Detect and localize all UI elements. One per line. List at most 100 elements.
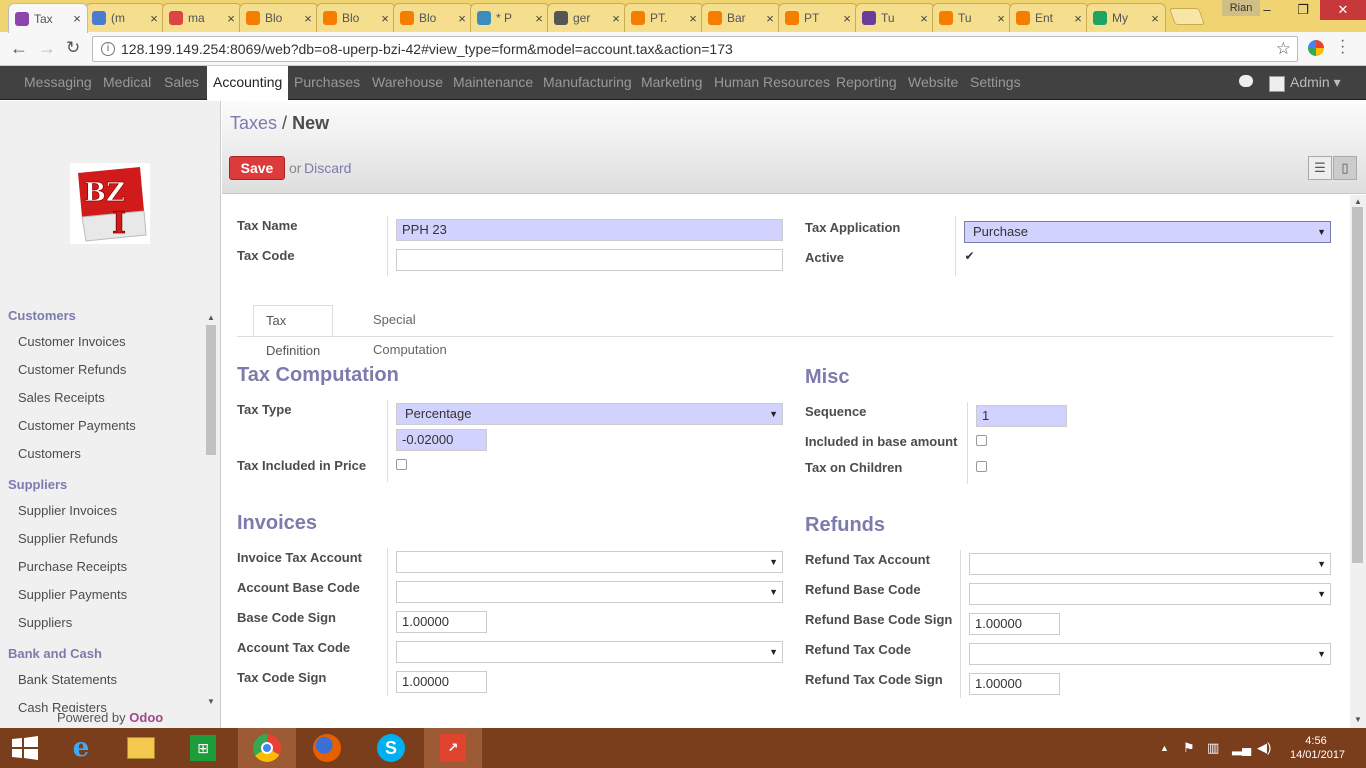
store-icon[interactable]: ⊞ [174, 728, 232, 768]
sidebar-item-bank-statements[interactable]: Bank Statements [18, 672, 117, 687]
sidebar-item-purchase-receipts[interactable]: Purchase Receipts [18, 559, 127, 574]
minimize-icon[interactable]: – [1248, 0, 1286, 20]
info-icon[interactable]: i [101, 42, 115, 56]
sidebar-item-suppliers[interactable]: Suppliers [18, 615, 72, 630]
tax-name-input[interactable]: PPH 23 [396, 219, 783, 241]
tab-title[interactable]: Bar [727, 11, 764, 25]
account-tax-code-select[interactable]: ▼ [396, 641, 783, 663]
browser-tab[interactable]: Blo × [239, 3, 319, 32]
browser-tab[interactable]: Tax × [8, 3, 88, 33]
bookmark-star-icon[interactable]: ☆ [1276, 39, 1291, 59]
tab-close-icon[interactable]: × [379, 11, 391, 26]
tab-close-icon[interactable]: × [918, 11, 930, 26]
tab-title[interactable]: PT. [650, 11, 687, 25]
user-menu[interactable]: Admin ▾ [1290, 66, 1341, 100]
browser-tab[interactable]: PT. × [624, 3, 704, 32]
menu-warehouse[interactable]: Warehouse [372, 66, 443, 100]
browser-tab[interactable]: Tu × [932, 3, 1012, 32]
tab-close-icon[interactable]: × [687, 11, 699, 26]
avatar[interactable] [1269, 76, 1285, 92]
browser-tab[interactable]: * P × [470, 3, 550, 32]
sidebar-item-customers[interactable]: Customers [18, 446, 81, 461]
active-checkbox[interactable]: ✔ [964, 250, 975, 263]
refund-tax-code-select[interactable]: ▼ [969, 643, 1331, 665]
menu-maintenance[interactable]: Maintenance [453, 66, 533, 100]
scroll-thumb[interactable] [206, 325, 216, 455]
tab-title[interactable]: Blo [265, 11, 302, 25]
app-icon[interactable]: ↗ [424, 728, 482, 768]
chat-icon[interactable] [1239, 75, 1253, 87]
sidebar-scrollbar[interactable]: ▲ ▼ [205, 313, 217, 707]
skype-icon[interactable]: S [362, 728, 420, 768]
sidebar-item-customer-invoices[interactable]: Customer Invoices [18, 334, 126, 349]
tab-title[interactable]: PT [804, 11, 841, 25]
file-explorer-icon[interactable] [112, 728, 170, 768]
new-tab-button[interactable] [1168, 8, 1206, 25]
tax-type-select[interactable]: Percentage ▼ [396, 403, 783, 425]
maximize-icon[interactable]: ❐ [1284, 0, 1322, 20]
user-name[interactable]: Admin [1290, 74, 1330, 90]
tab-close-icon[interactable]: × [841, 11, 853, 26]
browser-tab[interactable]: (m × [85, 3, 165, 32]
tab-close-icon[interactable]: × [1149, 11, 1161, 26]
reload-icon[interactable]: ↻ [66, 38, 80, 58]
tab-title[interactable]: Tu [958, 11, 995, 25]
tab-special-computation[interactable]: Special Computation [361, 305, 459, 357]
browser-tab[interactable]: ger × [547, 3, 627, 32]
invoice-tax-account-select[interactable]: ▼ [396, 551, 783, 573]
extension-icon[interactable] [1308, 40, 1324, 56]
scroll-down-icon[interactable]: ▼ [1354, 715, 1362, 724]
signal-icon[interactable]: ▂▄ [1232, 740, 1251, 756]
main-scrollbar[interactable]: ▲ ▼ [1350, 195, 1366, 728]
browser-tab[interactable]: PT × [778, 3, 858, 32]
tab-close-icon[interactable]: × [533, 11, 545, 26]
refund-base-code-select[interactable]: ▼ [969, 583, 1331, 605]
amount-input[interactable]: -0.02000 [396, 429, 487, 451]
sequence-input[interactable]: 1 [976, 405, 1067, 427]
sidebar-item-customer-payments[interactable]: Customer Payments [18, 418, 136, 433]
account-base-code-select[interactable]: ▼ [396, 581, 783, 603]
volume-icon[interactable]: ◀) [1257, 740, 1271, 756]
menu-marketing[interactable]: Marketing [641, 66, 702, 100]
breadcrumb-taxes[interactable]: Taxes [230, 113, 277, 133]
scroll-thumb[interactable] [1352, 207, 1363, 563]
tab-close-icon[interactable]: × [764, 11, 776, 26]
tab-close-icon[interactable]: × [302, 11, 314, 26]
back-icon[interactable]: ← [10, 38, 28, 59]
list-view-icon[interactable]: ☰ [1308, 156, 1332, 180]
sidebar-item-cash-registers[interactable]: Cash Registers [18, 700, 107, 712]
tab-title[interactable]: ma [188, 11, 225, 25]
clock[interactable]: 4:56 14/01/2017 [1290, 734, 1345, 762]
menu-human-resources[interactable]: Human Resources [714, 66, 830, 100]
scroll-up-icon[interactable]: ▲ [1354, 197, 1362, 206]
tab-close-icon[interactable]: × [1072, 11, 1084, 26]
chrome-icon[interactable] [238, 728, 296, 768]
browser-tab[interactable]: My × [1086, 3, 1166, 32]
url-bar[interactable]: i 128.199.149.254:8069/web?db=o8-uperp-b… [92, 36, 1298, 62]
sidebar-item-supplier-payments[interactable]: Supplier Payments [18, 587, 127, 602]
discard-button[interactable]: Discard [304, 160, 351, 176]
tab-title[interactable]: (m [111, 11, 148, 25]
refund-base-code-sign-input[interactable]: 1.00000 [969, 613, 1060, 635]
browser-tab[interactable]: Ent × [1009, 3, 1089, 32]
save-button[interactable]: Save [229, 156, 285, 180]
tax-code-sign-input[interactable]: 1.00000 [396, 671, 487, 693]
browser-tab[interactable]: Blo × [316, 3, 396, 32]
browser-tab[interactable]: Tu × [855, 3, 935, 32]
refund-tax-code-sign-input[interactable]: 1.00000 [969, 673, 1060, 695]
scroll-down-icon[interactable]: ▼ [207, 697, 215, 706]
tab-close-icon[interactable]: × [610, 11, 622, 26]
scroll-up-icon[interactable]: ▲ [207, 313, 215, 322]
tab-close-icon[interactable]: × [456, 11, 468, 26]
tax-included-checkbox[interactable] [396, 459, 407, 470]
browser-tab[interactable]: Bar × [701, 3, 781, 32]
menu-messaging[interactable]: Messaging [24, 66, 92, 100]
menu-reporting[interactable]: Reporting [836, 66, 897, 100]
sidebar-item-sales-receipts[interactable]: Sales Receipts [18, 390, 105, 405]
form-view-icon[interactable]: ▯ [1333, 156, 1357, 180]
tab-title[interactable]: Tax [34, 12, 71, 26]
menu-purchases[interactable]: Purchases [294, 66, 360, 100]
network-device-icon[interactable]: ▥ [1207, 740, 1219, 756]
tax-code-input[interactable] [396, 249, 783, 271]
internet-explorer-icon[interactable]: e [52, 728, 110, 768]
